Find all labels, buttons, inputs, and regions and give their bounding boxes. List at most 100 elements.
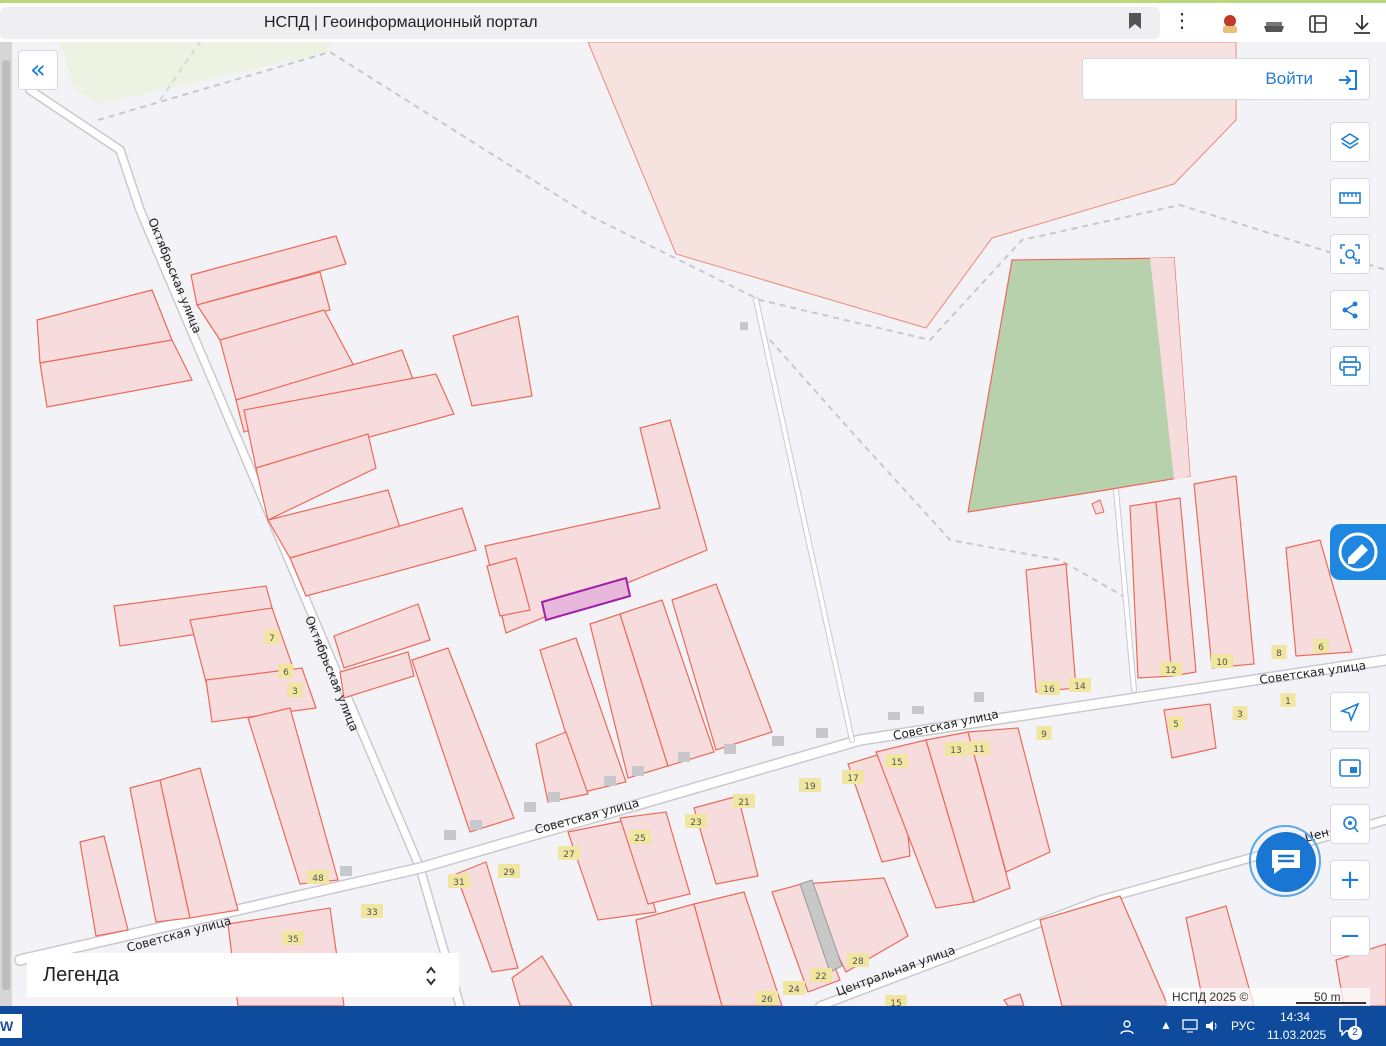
house-number-label: 29 [503, 868, 515, 878]
parcel[interactable] [1003, 993, 1025, 1006]
parcel[interactable] [79, 835, 129, 937]
house-number-label: 28 [852, 957, 864, 967]
parcel[interactable] [411, 647, 515, 833]
parcel[interactable] [693, 795, 759, 885]
house-number-label: 10 [1216, 658, 1228, 668]
house-number-label: 23 [690, 818, 701, 828]
house-number-label: 35 [287, 935, 298, 945]
parcel[interactable] [247, 707, 339, 885]
parcel[interactable] [452, 315, 533, 407]
browser-toolbar: НСПД | Геоинформационный портал ⋮ [0, 0, 1386, 42]
house-number-label: 11 [973, 745, 984, 755]
scrollbar-thumb[interactable] [2, 60, 10, 990]
login-button[interactable]: Войти [1082, 58, 1370, 100]
expand-toggle-icon[interactable] [425, 965, 437, 987]
house-number-label: 6 [1318, 643, 1324, 653]
house-number-label: 8 [1276, 649, 1282, 659]
zoom-out-button[interactable]: − [1330, 916, 1370, 956]
windows-taskbar: W ▲ РУС 14:34 11.03.2025 2 [0, 1006, 1386, 1046]
gosuslugi-icon [1338, 532, 1378, 572]
house-number-label: 3 [1237, 710, 1243, 720]
field-area [60, 42, 330, 104]
house-number-label: 6 [283, 668, 289, 678]
house-number-label: 3 [292, 687, 298, 697]
zoom-in-button[interactable]: + [1330, 860, 1370, 900]
bookmark-icon[interactable] [1128, 12, 1142, 30]
chat-button[interactable] [1256, 832, 1316, 892]
parcel[interactable] [1163, 703, 1217, 759]
minimap-button[interactable] [1330, 748, 1370, 788]
page-title: НСПД | Геоинформационный портал [264, 14, 538, 31]
ruler-icon [1339, 192, 1361, 204]
layers-button[interactable] [1330, 122, 1370, 162]
legend-panel[interactable]: Легенда [27, 953, 459, 997]
parcel[interactable] [1025, 563, 1077, 693]
widget-tab-button[interactable] [1330, 524, 1386, 580]
location-search-button[interactable] [1330, 804, 1370, 844]
plus-icon: + [1339, 865, 1361, 895]
house-number-label: 19 [804, 782, 816, 792]
navigation-arrow-icon [1340, 702, 1360, 722]
location-pin-icon [1343, 816, 1359, 833]
share-icon [1342, 301, 1358, 319]
collapse-panel-button[interactable]: « [18, 50, 58, 90]
print-button[interactable] [1330, 346, 1370, 386]
house-number-label: 33 [366, 908, 377, 918]
menu-kebab-icon[interactable]: ⋮ [1172, 11, 1192, 33]
area-search-button[interactable] [1330, 234, 1370, 274]
layers-icon [1340, 133, 1360, 149]
address-bar[interactable]: НСПД | Геоинформационный портал [0, 7, 1160, 39]
measure-button[interactable] [1330, 178, 1370, 218]
map-attribution: НСПД 2025 © 50 m [1166, 988, 1370, 1006]
house-number-label: 22 [815, 972, 826, 982]
people-icon[interactable] [1120, 1018, 1138, 1036]
small-parcel [1091, 499, 1105, 515]
house-number-label: 48 [312, 874, 324, 884]
login-label: Войти [1265, 69, 1313, 88]
house-number-label: 26 [761, 995, 773, 1005]
street-label: Советская улица [1258, 658, 1366, 687]
geolocation-button[interactable] [1330, 692, 1370, 732]
house-number-label: 13 [950, 746, 961, 756]
notification-badge: 2 [1348, 1026, 1362, 1040]
print-icon [1339, 356, 1361, 376]
double-chevron-left-icon: « [30, 55, 46, 85]
house-number-label: 21 [738, 798, 749, 808]
map-svg: 76348333531292725232119171513 11916 141210… [14, 42, 1386, 1006]
parcels-layer [36, 235, 1386, 1006]
house-number-label: 24 [788, 985, 800, 995]
house-number-label: 27 [563, 850, 574, 860]
chat-icon [1272, 850, 1300, 874]
word-app-icon[interactable]: W [0, 1014, 22, 1038]
login-icon [1339, 70, 1357, 90]
extension-hat-icon[interactable] [1262, 12, 1286, 36]
parcel[interactable] [511, 955, 573, 1006]
map-canvas[interactable]: 7 6 3 48 33 35 31 29 27 25 23 21 19 17 15 13 11 9 16 14 12 10… [12, 42, 1386, 1006]
house-number-label: 9 [1041, 730, 1047, 740]
select-area-icon [1340, 244, 1360, 264]
network-icon[interactable] [1182, 1019, 1198, 1033]
house-number-label: 31 [453, 878, 464, 888]
language-indicator[interactable]: РУС [1231, 1019, 1255, 1033]
house-number-label: 16 [1043, 685, 1055, 695]
minimap-icon [1339, 759, 1361, 777]
tray-chevron-icon[interactable]: ▲ [1160, 1018, 1172, 1032]
share-button[interactable] [1330, 290, 1370, 330]
extension-avatar-icon[interactable] [1218, 12, 1242, 36]
minus-icon: − [1339, 921, 1361, 951]
collections-icon[interactable] [1306, 12, 1330, 36]
attribution-text: НСПД 2025 © [1172, 990, 1249, 1004]
volume-icon[interactable] [1204, 1018, 1220, 1034]
parcel[interactable] [1193, 475, 1255, 669]
clock-date[interactable]: 11.03.2025 [1267, 1028, 1326, 1042]
house-number-label: 17 [847, 774, 858, 784]
left-scrollbar[interactable] [0, 42, 12, 1006]
legend-label: Легенда [43, 964, 120, 986]
house-number-label: 5 [1173, 720, 1179, 730]
clock-time[interactable]: 14:34 [1280, 1010, 1310, 1024]
house-number-label: 1 [1285, 697, 1291, 707]
house-number-label: 15 [890, 999, 901, 1006]
house-number-label: 25 [634, 834, 645, 844]
house-number-label: 7 [269, 634, 275, 644]
download-icon[interactable] [1350, 12, 1374, 36]
